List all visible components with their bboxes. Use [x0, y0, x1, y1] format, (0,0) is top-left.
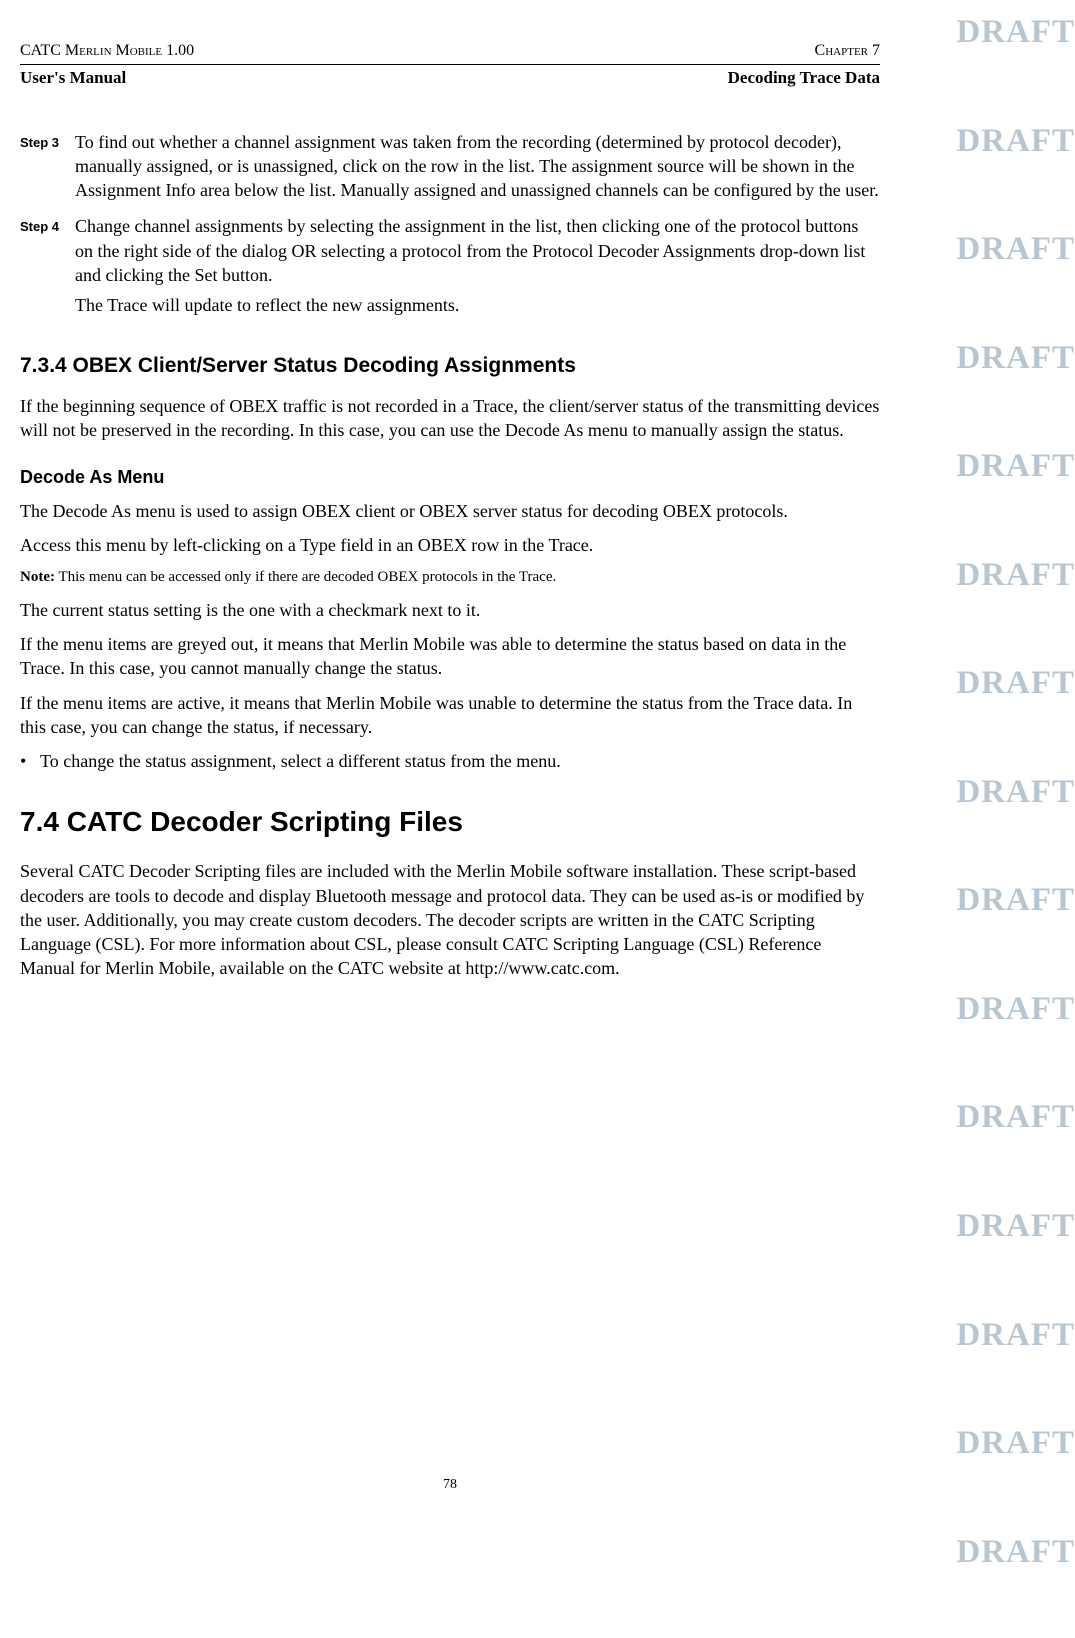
page-number: 78 — [0, 1476, 900, 1495]
step-3-paragraph: To find out whether a channel assignment… — [75, 130, 880, 203]
heading-7-4: 7.4 CATC Decoder Scripting Files — [20, 803, 880, 841]
paragraph-7-3-4: If the beginning sequence of OBEX traffi… — [20, 394, 880, 443]
note-label: Note: — [20, 569, 55, 585]
paragraph-decode-1: The Decode As menu is used to assign OBE… — [20, 499, 880, 523]
draft-watermark: DRAFT — [956, 336, 1075, 381]
step-3-label: Step 3 — [20, 130, 75, 209]
note-line: Note: This menu can be accessed only if … — [20, 567, 880, 587]
bullet-marker: • — [20, 749, 40, 773]
draft-watermark: DRAFT — [956, 1530, 1075, 1575]
step-4-label: Step 4 — [20, 214, 75, 323]
draft-watermark: DRAFT — [956, 444, 1075, 489]
draft-watermark: DRAFT — [956, 987, 1075, 1032]
draft-watermark: DRAFT — [956, 770, 1075, 815]
header-manual: User's Manual — [20, 67, 126, 90]
bullet-text: To change the status assignment, select … — [40, 749, 561, 773]
paragraph-7-4: Several CATC Decoder Scripting files are… — [20, 859, 880, 980]
header-product: CATC Merlin Mobile 1.00 — [20, 40, 194, 62]
draft-watermark: DRAFT — [956, 119, 1075, 164]
draft-watermark: DRAFT — [956, 227, 1075, 272]
paragraph-status-2: If the menu items are greyed out, it mea… — [20, 632, 880, 681]
note-text: This menu can be accessed only if there … — [58, 569, 556, 585]
step-4-paragraph-1: Change channel assignments by selecting … — [75, 214, 880, 287]
header-row: CATC Merlin Mobile 1.00 Chapter 7 — [20, 40, 880, 65]
subheader-row: User's Manual Decoding Trace Data — [20, 67, 880, 90]
draft-watermark: DRAFT — [956, 1421, 1075, 1466]
heading-decode-as: Decode As Menu — [20, 465, 880, 489]
step-4-text: Change channel assignments by selecting … — [75, 214, 880, 323]
draft-watermark: DRAFT — [956, 10, 1075, 55]
draft-watermark: DRAFT — [956, 878, 1075, 923]
paragraph-decode-2: Access this menu by left-clicking on a T… — [20, 533, 880, 557]
heading-7-3-4: 7.3.4 OBEX Client/Server Status Decoding… — [20, 352, 880, 380]
draft-watermark: DRAFT — [956, 1095, 1075, 1140]
draft-watermark: DRAFT — [956, 661, 1075, 706]
page-content: CATC Merlin Mobile 1.00 Chapter 7 User's… — [0, 0, 900, 1031]
draft-watermark: DRAFT — [956, 1204, 1075, 1249]
draft-watermark: DRAFT — [956, 1313, 1075, 1358]
step-4-paragraph-2: The Trace will update to reflect the new… — [75, 293, 880, 317]
header-section: Decoding Trace Data — [728, 67, 880, 90]
paragraph-status-1: The current status setting is the one wi… — [20, 598, 880, 622]
draft-watermark: DRAFT — [956, 553, 1075, 598]
step-3-block: Step 3 To find out whether a channel ass… — [20, 130, 880, 209]
header-chapter: Chapter 7 — [815, 40, 880, 62]
step-3-text: To find out whether a channel assignment… — [75, 130, 880, 209]
draft-watermark-column: DRAFT DRAFT DRAFT DRAFT DRAFT DRAFT DRAF… — [956, 0, 1075, 1638]
paragraph-status-3: If the menu items are active, it means t… — [20, 691, 880, 740]
step-4-block: Step 4 Change channel assignments by sel… — [20, 214, 880, 323]
bullet-item: • To change the status assignment, selec… — [20, 749, 880, 773]
